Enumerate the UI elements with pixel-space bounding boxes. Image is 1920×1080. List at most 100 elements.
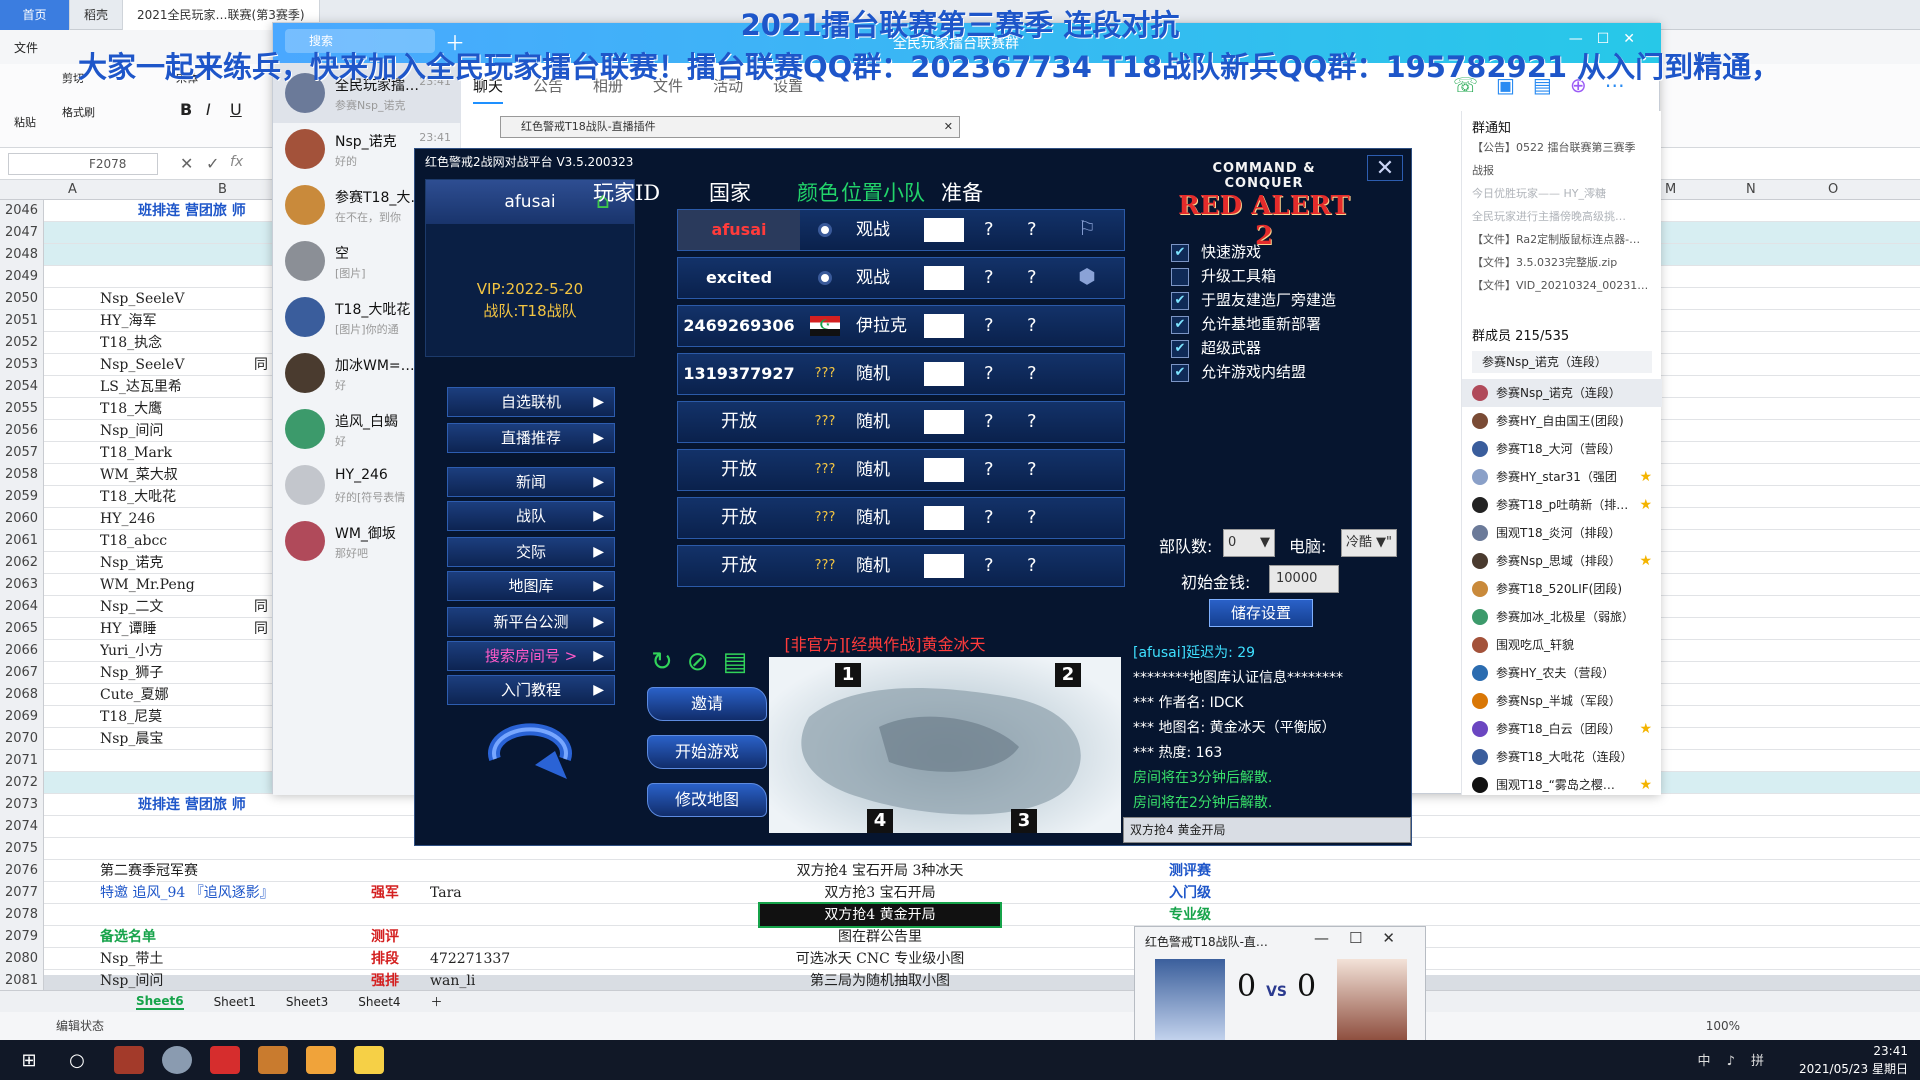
row-number[interactable]: 2071 (0, 750, 44, 772)
cell-c[interactable]: 同 (254, 596, 268, 618)
save-settings-button[interactable]: 储存设置 (1209, 599, 1313, 627)
start-game-button[interactable]: 开始游戏 (647, 735, 767, 769)
col-a[interactable]: A (68, 182, 77, 197)
row-number[interactable]: 2058 (0, 464, 44, 486)
member-item[interactable]: 参赛T18_大吡花（连段） (1462, 743, 1662, 771)
row-number[interactable]: 2052 (0, 332, 44, 354)
zoom-level[interactable]: 100% (1706, 1012, 1740, 1040)
member-item[interactable]: 参赛Nsp_思域（排段） ★ (1462, 547, 1662, 575)
close-icon[interactable]: ✕ (1367, 155, 1403, 181)
italic-button[interactable]: I (206, 100, 211, 119)
cell-f[interactable]: 可选冰天 CNC 专业级小图 (760, 948, 1000, 970)
col-m[interactable]: M (1665, 182, 1676, 197)
slot-color-swatch[interactable] (924, 458, 964, 482)
row-number[interactable]: 2054 (0, 376, 44, 398)
row-number[interactable]: 2056 (0, 420, 44, 442)
slot-player-id[interactable]: 开放 (678, 450, 800, 490)
option-checkbox[interactable]: ✔ 超级武器 (1171, 337, 1261, 361)
player-slot[interactable]: 2469269306 ☪ 伊拉克?? (677, 305, 1125, 347)
row-number[interactable]: 2047 (0, 222, 44, 244)
member-item[interactable]: 参赛加冰_北极星（弱旅） (1462, 603, 1662, 631)
notice-line[interactable]: 【文件】Ra2定制版鼠标连点器-… (1472, 231, 1652, 247)
cell-h[interactable]: 测评赛 (1130, 860, 1250, 882)
member-item[interactable]: 参赛HY_农夫（营段） (1462, 659, 1662, 687)
notice-line[interactable]: 【文件】3.5.0323完整版.zip (1472, 254, 1652, 270)
row-number[interactable]: 2065 (0, 618, 44, 640)
table-row[interactable]: 2081 Nsp_间问 强排 wan_li 第三局为随机抽取小图 (0, 970, 1920, 992)
slot-team[interactable]: ? (1027, 498, 1037, 538)
cancel-icon[interactable]: ✕ (180, 154, 193, 173)
slot-color-swatch[interactable] (924, 506, 964, 530)
row-number[interactable]: 2081 (0, 970, 44, 992)
spectator-radio[interactable] (818, 223, 832, 237)
row-number[interactable]: 2078 (0, 904, 44, 926)
row-number[interactable]: 2072 (0, 772, 44, 794)
slot-player-id[interactable]: 2469269306 (678, 306, 800, 346)
row-number[interactable]: 2068 (0, 684, 44, 706)
member-item[interactable]: 参赛T18_p吐萌新（排… ★ (1462, 491, 1662, 519)
sheet-tab-sheet1[interactable]: Sheet1 (214, 995, 256, 1009)
spectator-radio[interactable] (818, 271, 832, 285)
cell-h[interactable]: 专业级 (1130, 904, 1250, 926)
row-number[interactable]: 2073 (0, 794, 44, 816)
slot-country[interactable]: 观战 (856, 258, 890, 298)
member-item[interactable]: 参赛HY_自由国王(团段) (1462, 407, 1662, 435)
slot-country[interactable]: 随机 (856, 450, 890, 490)
member-item[interactable]: 参赛HY_star31（强团 ★ (1462, 463, 1662, 491)
col-o[interactable]: O (1828, 182, 1838, 197)
option-checkbox[interactable]: 升级工具箱 (1171, 265, 1276, 289)
slot-player-id[interactable]: afusai (678, 210, 800, 250)
row-number[interactable]: 2051 (0, 310, 44, 332)
cell-d[interactable]: Tara (430, 882, 630, 904)
cell-c[interactable]: 强排 (345, 970, 425, 992)
menu-item[interactable]: 战队 ▶ (447, 501, 615, 531)
cell-b[interactable]: 班排连 营团旅 师 (138, 794, 378, 816)
name-box[interactable]: F2078 (8, 153, 158, 175)
units-select[interactable]: 0 ▼ (1223, 529, 1275, 557)
cell-b[interactable]: 备选名单 (100, 926, 340, 948)
member-item[interactable]: 参赛T18_大河（营段） (1462, 435, 1662, 463)
cell-c[interactable]: 测评 (345, 926, 425, 948)
invite-button[interactable]: 邀请 (647, 687, 767, 721)
option-checkbox[interactable]: ✔ 于盟友建造厂旁建造 (1171, 289, 1336, 313)
slot-country[interactable]: 随机 (856, 498, 890, 538)
search-icon[interactable]: ○ (58, 1044, 96, 1076)
player-slot[interactable]: afusai 观战?? ⚐ (677, 209, 1125, 251)
member-item[interactable]: 参赛T18_520LIF(团段) (1462, 575, 1662, 603)
underline-button[interactable]: U (230, 100, 242, 119)
sheet-tab-sheet4[interactable]: Sheet4 (358, 995, 400, 1009)
slot-position[interactable]: ? (984, 546, 994, 586)
live-window-controls[interactable]: —☐✕ (1314, 929, 1415, 947)
row-number[interactable]: 2048 (0, 244, 44, 266)
sheet-tab-sheet6[interactable]: Sheet6 (136, 994, 184, 1010)
option-checkbox[interactable]: ✔ 允许游戏内结盟 (1171, 361, 1306, 385)
row-number[interactable]: 2080 (0, 948, 44, 970)
slot-player-id[interactable]: 开放 (678, 402, 800, 442)
cell-c[interactable]: 强军 (345, 882, 425, 904)
menu-item[interactable]: 新平台公测 ▶ (447, 607, 615, 637)
cell-c[interactable]: 同 (254, 354, 268, 376)
slot-country[interactable]: 随机 (856, 546, 890, 586)
row-number[interactable]: 2049 (0, 266, 44, 288)
cell-f[interactable]: 双方抢3 宝石开局 (760, 882, 1000, 904)
player-slot[interactable]: 开放??? 随机?? (677, 449, 1125, 491)
slot-color-swatch[interactable] (924, 554, 964, 578)
notice-line[interactable]: 战报 (1472, 162, 1652, 178)
cell-f[interactable]: 第三局为随机抽取小图 (760, 970, 1000, 992)
menu-item[interactable]: 地图库 ▶ (447, 571, 615, 601)
paste-button[interactable]: 粘贴 (14, 114, 36, 130)
row-number[interactable]: 2055 (0, 398, 44, 420)
row-number[interactable]: 2066 (0, 640, 44, 662)
slot-player-id[interactable]: 开放 (678, 546, 800, 586)
row-number[interactable]: 2074 (0, 816, 44, 838)
slot-player-id[interactable]: excited (678, 258, 800, 298)
map-preview[interactable]: 1 2 3 4 (769, 657, 1121, 833)
member-item[interactable]: 围观T18_“雾岛之樱… ★ (1462, 771, 1662, 799)
player-slot[interactable]: 1319377927??? 随机?? (677, 353, 1125, 395)
member-item[interactable]: 围观吃瓜_轩貌 (1462, 631, 1662, 659)
cell-b[interactable]: 特邀 追风_94 『追风逐影』 (100, 882, 340, 904)
option-checkbox[interactable]: ✔ 快速游戏 (1171, 241, 1261, 265)
slot-team[interactable]: ? (1027, 354, 1037, 394)
row-number[interactable]: 2075 (0, 838, 44, 860)
table-row[interactable]: 2076 第二赛季冠军赛 双方抢4 宝石开局 3种冰天 测评赛 (0, 860, 1920, 882)
